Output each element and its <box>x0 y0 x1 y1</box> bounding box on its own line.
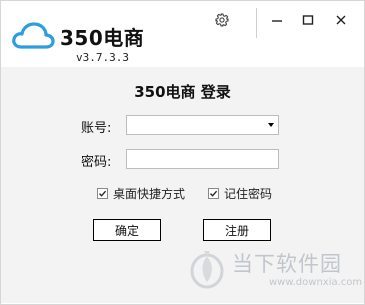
minimize-button[interactable] <box>267 10 287 30</box>
account-label: 账号: <box>81 121 112 136</box>
settings-button[interactable] <box>212 10 232 30</box>
register-button[interactable]: 注册 <box>203 219 271 241</box>
login-title: 350电商 登录 <box>134 83 231 101</box>
titlebar-separator <box>256 8 257 38</box>
password-label: 密码: <box>81 155 112 170</box>
desktop-shortcut-label: 桌面快捷方式 <box>113 187 186 201</box>
gear-icon <box>215 13 229 27</box>
dropdown-arrow-icon[interactable] <box>268 123 274 127</box>
close-icon <box>336 15 346 25</box>
remember-password-checkbox[interactable]: 记住密码 <box>208 185 272 202</box>
maximize-button[interactable] <box>298 10 318 30</box>
app-name: 350电商 <box>60 26 145 50</box>
desktop-shortcut-checkbox[interactable]: 桌面快捷方式 <box>97 185 185 202</box>
account-input[interactable] <box>127 118 278 136</box>
watermark-url: www.downxia.com <box>269 277 363 288</box>
checkbox-box[interactable] <box>97 188 108 199</box>
checkbox-box[interactable] <box>208 188 219 199</box>
password-input[interactable] <box>127 152 278 170</box>
remember-password-label: 记住密码 <box>224 187 273 201</box>
close-button[interactable] <box>331 10 351 30</box>
password-field[interactable] <box>126 149 279 170</box>
watermark-text: 当下软件园 <box>232 252 342 276</box>
app-version: v3.7.3.3 <box>76 51 129 64</box>
maximize-icon <box>302 15 314 25</box>
cloud-logo-icon <box>12 22 55 49</box>
minimize-icon <box>272 20 282 22</box>
checkmark-icon <box>99 190 107 197</box>
watermark: 当下软件园 www.downxia.com <box>188 246 363 298</box>
checkmark-icon <box>210 190 218 197</box>
account-combobox[interactable] <box>126 115 279 136</box>
downxia-logo-icon <box>190 251 224 289</box>
ok-button[interactable]: 确定 <box>93 219 161 241</box>
